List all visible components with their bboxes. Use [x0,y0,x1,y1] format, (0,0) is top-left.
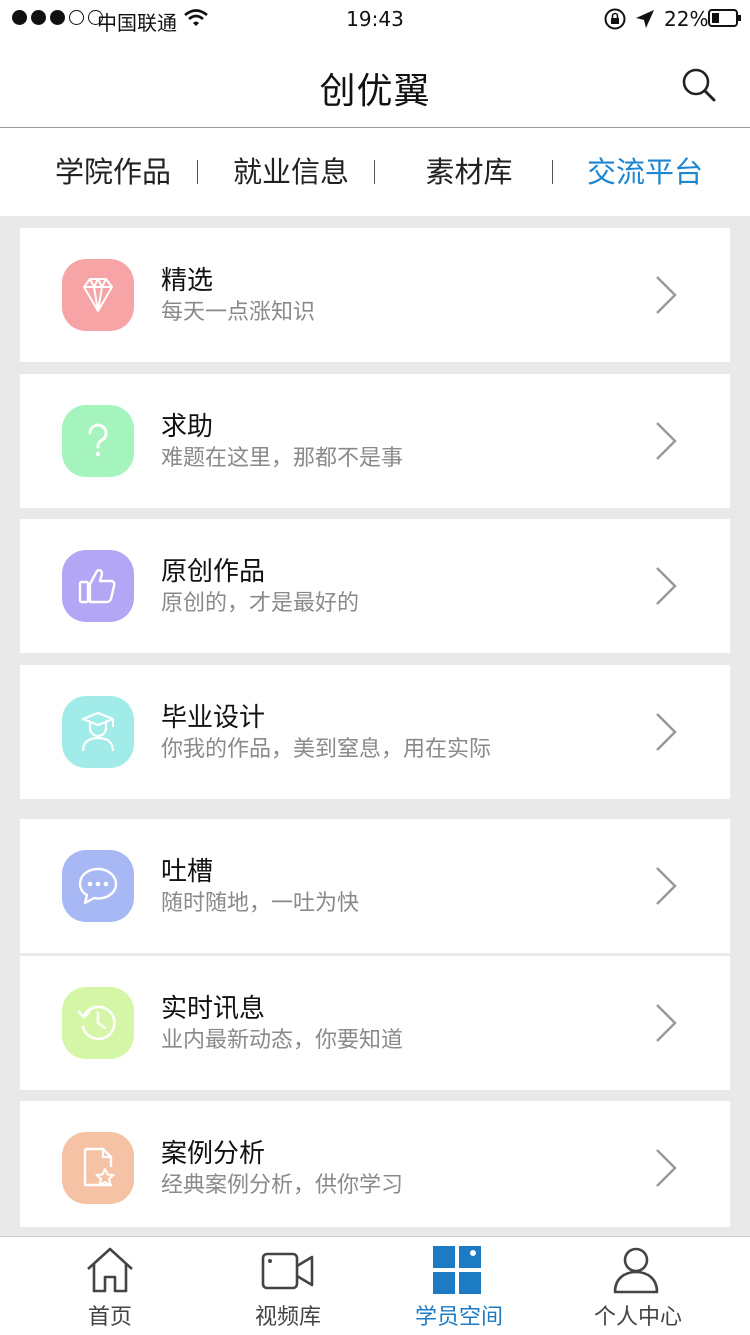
page-title: 创优翼 [319,71,431,112]
item-title: 案例分析 [161,1139,266,1169]
item-subtitle: 每天一点涨知识 [161,300,316,325]
list-item-help[interactable]: 求助 难题在这里，那都不是事 [20,374,730,508]
navigation-bar: 创优翼 [0,40,750,128]
battery-icon [708,9,741,27]
tab-exchange-platform[interactable]: 交流平台 [574,128,716,216]
list-item-rant[interactable]: 吐槽 随时随地，一吐为快 [20,819,730,953]
item-subtitle: 难题在这里，那都不是事 [161,446,404,471]
list-item-graduation-design[interactable]: 毕业设计 你我的作品，美到窒息，用在实际 [20,665,730,799]
chevron-right-icon [656,276,677,314]
history-clock-icon [62,987,134,1059]
category-tabs: 学院作品 就业信息 素材库 交流平台 [0,128,750,216]
tab-divider [197,160,198,184]
diamond-icon [62,259,134,331]
thumbs-up-icon [62,550,134,622]
item-title: 原创作品 [161,557,266,587]
item-title: 吐槽 [161,857,214,887]
item-subtitle: 随时随地，一吐为快 [161,891,360,916]
home-icon [87,1247,133,1293]
item-title: 毕业设计 [161,703,266,733]
chevron-right-icon [656,422,677,460]
item-subtitle: 你我的作品，美到窒息，用在实际 [161,737,492,762]
chat-bubble-icon [62,850,134,922]
tab-employment-info[interactable]: 就业信息 [220,128,362,216]
chevron-right-icon [656,567,677,605]
rotation-lock-icon [604,8,626,30]
video-camera-icon [261,1252,314,1290]
tabbar-label: 个人中心 [593,1305,682,1330]
item-subtitle: 业内最新动态，你要知道 [161,1028,404,1053]
chevron-right-icon [656,867,677,905]
graduate-icon [62,696,134,768]
list-item-realtime-news[interactable]: 实时讯息 业内最新动态，你要知道 [20,956,730,1090]
tabbar-label: 首页 [87,1305,132,1330]
tab-divider [374,160,375,184]
tabbar-item-personal-center[interactable]: 个人中心 [578,1237,698,1335]
chevron-right-icon [656,713,677,751]
tabbar-label: 视频库 [254,1305,321,1330]
tab-material-library[interactable]: 素材库 [400,128,538,216]
grid-icon [433,1246,481,1294]
question-icon [62,405,134,477]
tabbar-item-home[interactable]: 首页 [50,1237,170,1335]
item-subtitle: 经典案例分析，供你学习 [161,1173,404,1198]
list-item-case-analysis[interactable]: 案例分析 经典案例分析，供你学习 [20,1101,730,1227]
search-icon[interactable] [681,67,717,103]
tabbar-item-video-library[interactable]: 视频库 [228,1237,348,1335]
person-icon [613,1247,659,1294]
document-star-icon [62,1132,134,1204]
chevron-right-icon [656,1004,677,1042]
list-item-original-works[interactable]: 原创作品 原创的，才是最好的 [20,519,730,653]
item-title: 实时讯息 [161,994,266,1024]
tab-college-works[interactable]: 学院作品 [42,128,184,216]
item-subtitle: 原创的，才是最好的 [161,591,360,616]
tab-divider [552,160,553,184]
item-title: 求助 [161,412,214,442]
battery-percent: 22% [664,7,709,31]
tabbar-item-student-space[interactable]: 学员空间 [399,1237,519,1335]
tabbar-label: 学员空间 [414,1305,503,1330]
list-item-featured[interactable]: 精选 每天一点涨知识 [20,228,730,362]
item-title: 精选 [161,266,214,296]
location-arrow-icon [636,10,654,28]
status-bar: 中国联通 19:43 22% [0,0,750,40]
bottom-tab-bar: 首页 视频库 学员空间 个人中心 [0,1236,750,1335]
chevron-right-icon [656,1149,677,1187]
